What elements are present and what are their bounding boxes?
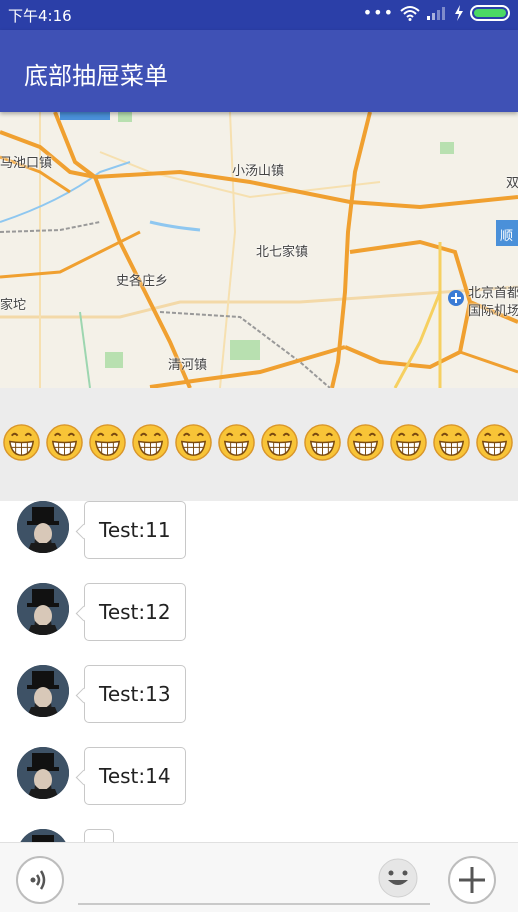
map-label-jiatuo: 家坨 xyxy=(0,298,27,313)
charging-icon xyxy=(455,5,463,21)
chat-message[interactable] xyxy=(0,829,518,842)
grinning-face-icon[interactable] xyxy=(174,423,213,462)
grinning-face-icon[interactable] xyxy=(131,423,170,462)
grinning-face-icon[interactable] xyxy=(389,423,428,462)
chat-message[interactable]: Test:11 xyxy=(0,501,518,563)
map-label-shuang: 双 xyxy=(506,176,518,191)
map-label-airport-1: 北京首都 xyxy=(468,286,518,301)
page-title: 底部抽屉菜单 xyxy=(24,62,168,90)
signal-icon xyxy=(427,7,445,20)
grinning-face-icon[interactable] xyxy=(432,423,471,462)
voice-wave-icon xyxy=(30,870,46,890)
grinning-face-icon[interactable] xyxy=(260,423,299,462)
grinning-face-icon[interactable] xyxy=(475,423,514,462)
battery-level xyxy=(474,9,506,17)
map-label-qinghe: 清河镇 xyxy=(168,358,208,373)
smiley-icon xyxy=(378,858,418,898)
grinning-face-icon[interactable] xyxy=(88,423,127,462)
grinning-face-icon[interactable] xyxy=(303,423,342,462)
message-bubble[interactable]: Test:11 xyxy=(84,501,186,559)
map-label-xiaotangshan: 小汤山镇 xyxy=(232,164,285,179)
chat-list[interactable]: Test:11 Test:12 Test:13 Test:14 xyxy=(0,501,518,842)
plus-icon xyxy=(459,867,485,893)
grinning-face-icon[interactable] xyxy=(346,423,385,462)
message-bubble[interactable]: Test:12 xyxy=(84,583,186,641)
grinning-face-icon[interactable] xyxy=(2,423,41,462)
app-toolbar: 底部抽屉菜单 xyxy=(0,30,518,112)
add-button[interactable] xyxy=(448,856,496,904)
map-label-machikou: 马池口镇 xyxy=(0,156,53,171)
avatar[interactable] xyxy=(17,829,69,842)
emoji-button[interactable] xyxy=(377,857,419,899)
map-label-shigezhuang: 史各庄乡 xyxy=(116,274,169,289)
chat-message[interactable]: Test:13 xyxy=(0,665,518,727)
voice-button[interactable] xyxy=(16,856,64,904)
map-view[interactable]: 马池口镇 小汤山镇 北七家镇 史各庄乡 家坨 清河镇 北京首都 国际机场 顺 双 xyxy=(0,112,518,388)
message-bubble[interactable]: Test:13 xyxy=(84,665,186,723)
chat-message[interactable]: Test:12 xyxy=(0,583,518,645)
map-label-shun: 顺 xyxy=(500,229,514,244)
message-bubble[interactable]: Test:14 xyxy=(84,747,186,805)
avatar[interactable] xyxy=(17,501,69,553)
map-label-beiqijia: 北七家镇 xyxy=(256,245,309,260)
map-label-airport-2: 国际机场 xyxy=(468,304,518,319)
chat-message[interactable]: Test:14 xyxy=(0,747,518,809)
chat-input-bar xyxy=(0,842,518,912)
more-dots-icon: ••• xyxy=(362,3,394,22)
avatar[interactable] xyxy=(17,747,69,799)
grinning-face-icon[interactable] xyxy=(217,423,256,462)
status-icons: ••• xyxy=(363,5,510,21)
status-bar: 下午4:16 ••• xyxy=(0,0,518,30)
emoji-row xyxy=(2,423,514,462)
message-bubble[interactable] xyxy=(84,829,114,842)
status-time: 下午4:16 xyxy=(8,7,72,25)
avatar[interactable] xyxy=(17,665,69,717)
battery-icon xyxy=(470,5,510,21)
avatar[interactable] xyxy=(17,583,69,635)
wifi-icon xyxy=(400,6,420,21)
grinning-face-icon[interactable] xyxy=(45,423,84,462)
